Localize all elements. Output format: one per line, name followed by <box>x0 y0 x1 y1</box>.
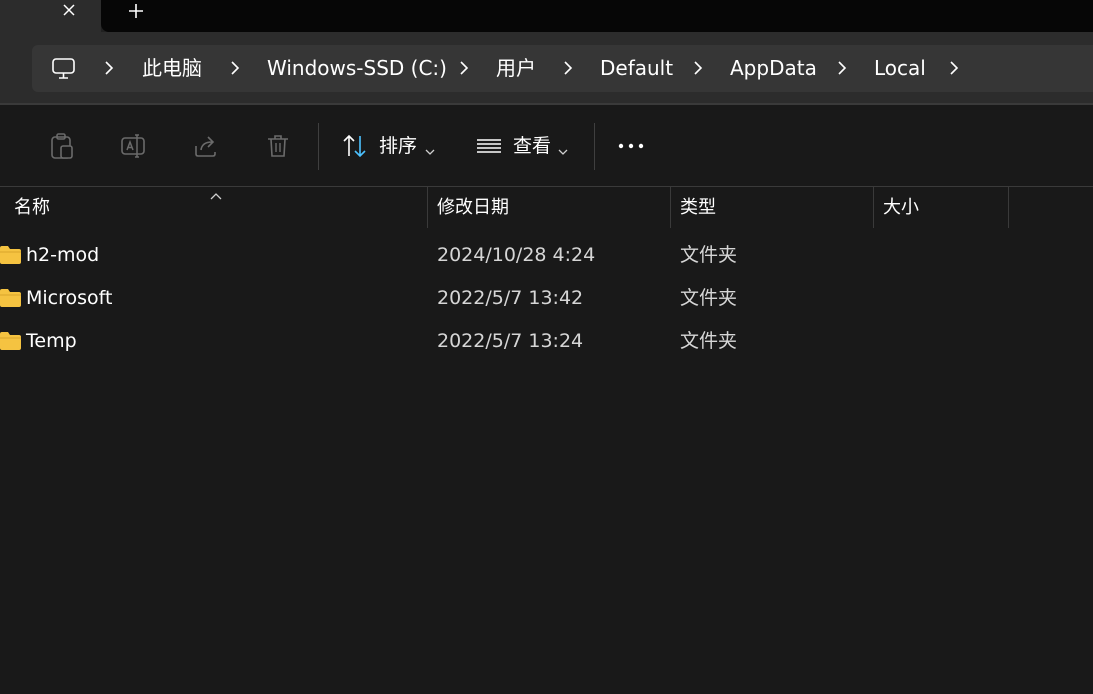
column-divider[interactable] <box>427 187 428 228</box>
more-icon[interactable] <box>617 132 645 160</box>
column-divider[interactable] <box>873 187 874 228</box>
chevron-right-icon[interactable] <box>103 59 115 77</box>
file-modified: 2022/5/7 13:24 <box>437 330 584 352</box>
column-divider[interactable] <box>670 187 671 228</box>
folder-icon <box>0 289 21 307</box>
file-modified: 2022/5/7 13:42 <box>437 287 584 309</box>
address-row: 此电脑 Windows-SSD (C:) 用户 Default AppData … <box>0 32 1093 104</box>
toolbar-separator <box>594 123 595 170</box>
chevron-right-icon[interactable] <box>562 59 574 77</box>
breadcrumb-users[interactable]: 用户 <box>496 45 536 92</box>
paste-icon <box>48 132 76 160</box>
rename-icon <box>120 132 148 160</box>
copy-icon <box>0 132 4 160</box>
chevron-right-icon[interactable] <box>836 59 848 77</box>
column-header: 名称 修改日期 类型 大小 <box>0 187 1093 229</box>
view-button[interactable]: 查看 <box>513 132 551 160</box>
breadcrumb-local[interactable]: Local <box>874 45 926 92</box>
tab-bar-empty <box>101 0 1093 32</box>
toolbar-separator <box>318 123 319 170</box>
file-name[interactable]: Microsoft <box>26 277 112 320</box>
column-divider[interactable] <box>1008 187 1009 228</box>
sort-ascending-icon <box>210 187 222 200</box>
file-type: 文件夹 <box>680 330 738 352</box>
file-name[interactable]: h2-mod <box>26 234 99 277</box>
address-bar[interactable]: 此电脑 Windows-SSD (C:) 用户 Default AppData … <box>32 45 1093 92</box>
breadcrumb-this-pc[interactable]: 此电脑 <box>142 45 202 92</box>
chevron-down-icon[interactable] <box>425 141 435 155</box>
tab-strip <box>0 0 1093 32</box>
list-item[interactable]: h2-mod 2024/10/28 4:24 文件夹 <box>0 234 1093 277</box>
list-item[interactable]: Temp 2022/5/7 13:24 文件夹 <box>0 320 1093 363</box>
chevron-right-icon[interactable] <box>458 59 470 77</box>
view-icon[interactable] <box>475 132 503 160</box>
file-modified: 2024/10/28 4:24 <box>437 244 596 266</box>
computer-icon[interactable] <box>51 56 76 81</box>
folder-icon <box>0 246 21 264</box>
chevron-down-icon[interactable] <box>558 141 568 155</box>
file-type: 文件夹 <box>680 244 738 266</box>
column-name[interactable]: 名称 <box>14 187 50 229</box>
plus-icon[interactable] <box>124 0 148 22</box>
file-name[interactable]: Temp <box>26 320 77 363</box>
column-size[interactable]: 大小 <box>883 187 919 229</box>
list-item[interactable]: Microsoft 2022/5/7 13:42 文件夹 <box>0 277 1093 320</box>
command-bar: 排序 查看 <box>0 105 1093 187</box>
share-icon <box>192 132 220 160</box>
column-modified[interactable]: 修改日期 <box>437 187 509 229</box>
delete-icon <box>264 132 292 160</box>
chevron-right-icon[interactable] <box>948 59 960 77</box>
chevron-right-icon[interactable] <box>692 59 704 77</box>
breadcrumb-drive[interactable]: Windows-SSD (C:) <box>267 45 447 92</box>
sort-icon[interactable] <box>341 132 369 160</box>
close-icon[interactable] <box>58 0 80 20</box>
active-tab[interactable] <box>0 0 101 32</box>
sort-button[interactable]: 排序 <box>379 132 417 160</box>
folder-icon <box>0 332 21 350</box>
breadcrumb-appdata[interactable]: AppData <box>730 45 817 92</box>
column-type[interactable]: 类型 <box>680 187 716 229</box>
chevron-right-icon[interactable] <box>229 59 241 77</box>
file-type: 文件夹 <box>680 287 738 309</box>
breadcrumb-default[interactable]: Default <box>600 45 673 92</box>
